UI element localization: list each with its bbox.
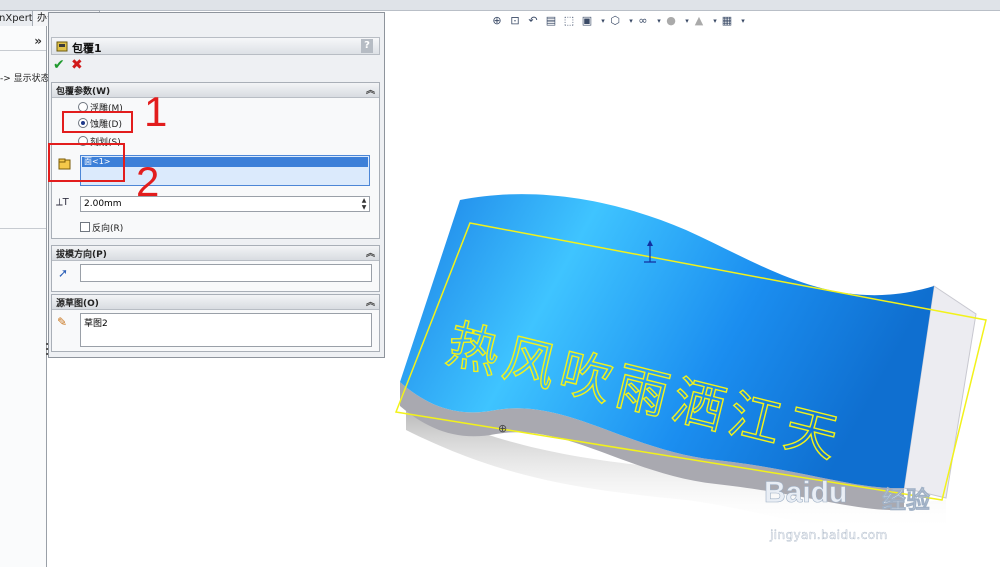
wrap-feature-icon [56,41,68,52]
tree-divider [0,228,46,229]
zoom-to-fit-icon[interactable]: ⊕ [490,14,504,28]
display-style-icon[interactable]: ⬡ [608,14,622,28]
direction-arrow-icon: ➚ [58,266,69,280]
view-orientation-icon[interactable]: ▣ [580,14,594,28]
baidu-watermark: Baidu 经验 jingyan.baidu.com [764,476,1000,567]
watermark-cn: 经验 [882,486,931,515]
property-manager-title: 包覆1 [72,42,102,55]
source-sketch-group: 源草图(O) ︽ ✎ 草图2 [51,294,380,352]
draft-direction-field[interactable] [80,264,372,282]
top-toolbar-strip [0,0,1000,11]
wrap-parameters-header[interactable]: 包覆参数(W) ︽ [52,83,379,98]
expand-chevron-icon[interactable]: » [34,34,42,48]
tree-item-display-state[interactable]: -> 显示状态 [0,71,50,84]
collapse-icon[interactable]: ︽ [366,246,375,259]
collapse-icon[interactable]: ︽ [366,295,375,308]
tree-header: » [0,34,46,51]
previous-view-icon[interactable]: ↶ [526,14,540,28]
draft-direction-header[interactable]: 拔模方向(P) ︽ [52,246,379,261]
dynamic-annotation-icon[interactable]: ⬚ [562,14,576,28]
group-title: 拔模方向(P) [56,250,107,260]
source-sketch-field[interactable]: 草图2 [80,313,372,347]
property-manager-header: 包覆1 ? [51,37,380,55]
chevron-down-icon[interactable]: ▾ [736,14,750,28]
section-view-icon[interactable]: ▤ [544,14,558,28]
edit-appearance-icon[interactable]: ● [664,14,678,28]
zoom-area-icon[interactable]: ⊡ [508,14,522,28]
feature-tree-pane: » -> 显示状态 [0,26,50,567]
cancel-button[interactable]: ✖ [71,57,83,73]
origin-marker-icon: ⊕ [498,422,507,435]
annotation-number-1: 1 [144,88,168,135]
annotation-box-2 [48,143,125,182]
tab-xpert[interactable]: nXpert [0,10,36,26]
watermark-brand: Baidu [764,476,848,510]
scene-icon[interactable]: ▲ [692,14,706,28]
help-icon[interactable]: ? [361,39,373,53]
watermark-url: jingyan.baidu.com [770,528,888,542]
sketch-icon: ✎ [57,315,68,329]
ok-button[interactable]: ✔ [53,57,65,73]
group-title: 包覆参数(W) [56,87,111,97]
annotation-number-2: 2 [136,158,160,205]
property-manager: 包覆1 ? ✔ ✖ 包覆参数(W) ︽ 浮雕(M) 蚀雕(D) 刻划(S) 面<… [48,12,385,358]
spin-stepper-icon[interactable]: ▲ ▼ [360,197,368,211]
draft-direction-group: 拔模方向(P) ︽ ➚ [51,245,380,292]
view-settings-icon[interactable]: ▦ [720,14,734,28]
annotation-box-1 [62,111,133,133]
thickness-icon: ⟂T [56,197,69,208]
thickness-input[interactable]: 2.00mm ▲ ▼ [80,196,370,212]
source-sketch-header[interactable]: 源草图(O) ︽ [52,295,379,310]
collapse-icon[interactable]: ︽ [366,83,375,96]
checkbox[interactable] [80,222,90,232]
group-title: 源草图(O) [56,299,99,309]
hide-show-items-icon[interactable]: ∞ [636,14,650,28]
